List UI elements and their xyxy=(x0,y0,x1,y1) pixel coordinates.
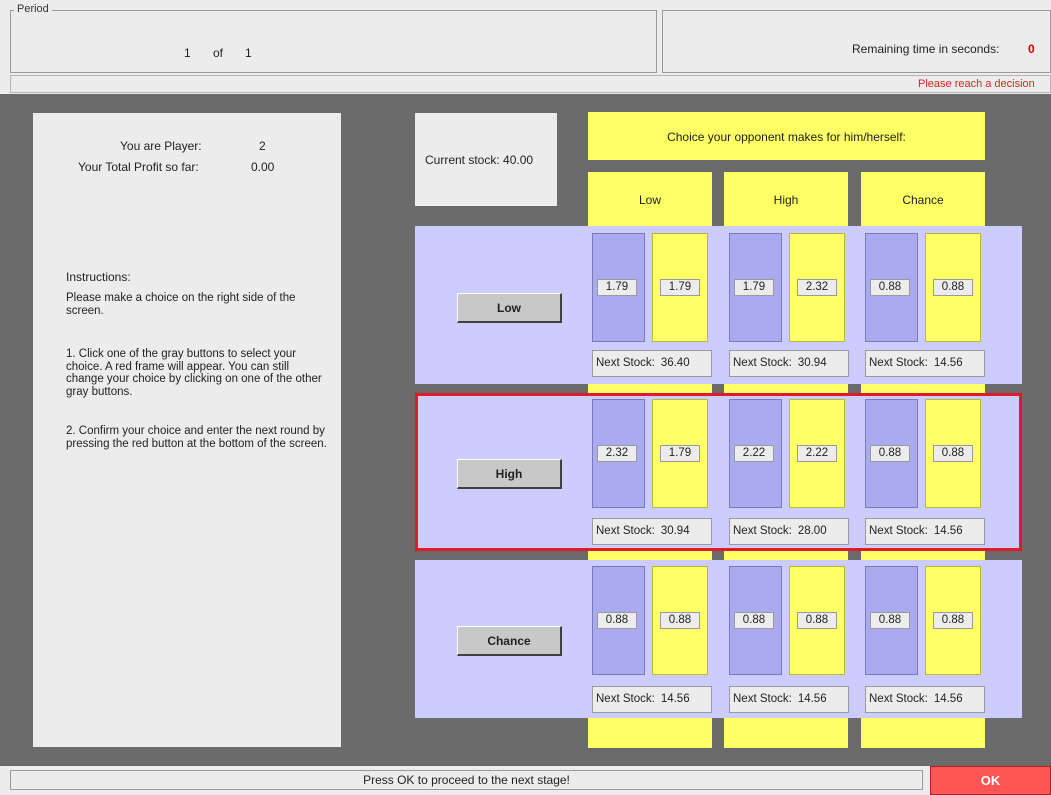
remaining-time-label: Remaining time in seconds: xyxy=(852,42,1000,56)
opponent-choice-title: Choice your opponent makes for him/herse… xyxy=(667,130,906,144)
own-payoff-value: 1.79 xyxy=(734,279,774,296)
next-stock-value: 36.40 xyxy=(660,357,690,369)
total-profit-label: Your Total Profit so far: xyxy=(78,160,199,174)
next-stock-value: 30.94 xyxy=(797,357,827,369)
opponent-payoff-value: 0.88 xyxy=(797,612,837,629)
player-label: You are Player: xyxy=(120,139,202,153)
next-stock-value: 30.94 xyxy=(660,525,690,537)
choice-button-high[interactable]: High xyxy=(457,459,562,489)
next-stock-value: 14.56 xyxy=(933,693,963,705)
opponent-payoff-value: 0.88 xyxy=(933,279,973,296)
opponent-payoff-value: 1.79 xyxy=(660,279,700,296)
own-payoff-value: 0.88 xyxy=(734,612,774,629)
next-stock-box: Next Stock: 14.56 xyxy=(865,518,985,545)
own-payoff-value: 0.88 xyxy=(870,445,910,462)
instructions-heading: Instructions: xyxy=(66,270,131,284)
next-stock-box: Next Stock: 14.56 xyxy=(865,686,985,713)
period-current: 1 xyxy=(184,46,191,60)
current-stock-value: 40.00 xyxy=(503,153,534,167)
own-payoff-value: 0.88 xyxy=(597,612,637,629)
instructions-paragraph-3: 2. Confirm your choice and enter the nex… xyxy=(66,425,327,450)
period-legend: Period xyxy=(14,3,52,15)
opponent-payoff-value: 1.79 xyxy=(660,445,700,462)
next-stock-box: Next Stock: 28.00 xyxy=(729,518,849,545)
next-stock-value: 28.00 xyxy=(797,525,827,537)
next-stock-box: Next Stock: 14.56 xyxy=(865,350,985,377)
next-stock-box: Next Stock: 30.94 xyxy=(592,518,712,545)
own-payoff-value: 1.79 xyxy=(597,279,637,296)
next-stock-value: 14.56 xyxy=(933,357,963,369)
total-profit-value: 0.00 xyxy=(251,160,275,174)
remaining-time-value: 0 xyxy=(1028,42,1035,56)
period-of-text: of xyxy=(213,46,224,60)
choice-button-low[interactable]: Low xyxy=(457,293,562,323)
next-stock-box: Next Stock: 30.94 xyxy=(729,350,849,377)
opponent-payoff-value: 0.88 xyxy=(933,612,973,629)
footer-message: Press OK to proceed to the next stage! xyxy=(363,773,570,787)
opponent-payoff-value: 0.88 xyxy=(660,612,700,629)
next-stock-value: 14.56 xyxy=(933,525,963,537)
opponent-payoff-value: 2.22 xyxy=(797,445,837,462)
own-payoff-value: 2.22 xyxy=(734,445,774,462)
column-header-low: Low xyxy=(638,193,661,207)
decision-warning: Please reach a decision xyxy=(918,78,1035,90)
player-number: 2 xyxy=(259,139,266,153)
ok-button[interactable]: OK xyxy=(930,766,1051,795)
column-header-high: High xyxy=(773,193,799,207)
instructions-paragraph-2: 1. Click one of the gray buttons to sele… xyxy=(66,348,322,398)
own-payoff-value: 2.32 xyxy=(597,445,637,462)
message-bar xyxy=(10,75,1051,93)
opponent-payoff-value: 0.88 xyxy=(933,445,973,462)
next-stock-box: Next Stock: 14.56 xyxy=(592,686,712,713)
next-stock-box: Next Stock: 36.40 xyxy=(592,350,712,377)
opponent-payoff-value: 2.32 xyxy=(797,279,837,296)
period-groupbox xyxy=(10,10,657,73)
instructions-paragraph-1: Please make a choice on the right side o… xyxy=(66,292,296,317)
next-stock-value: 14.56 xyxy=(797,693,827,705)
own-payoff-value: 0.88 xyxy=(870,612,910,629)
current-stock-label: Current stock: 40.00 xyxy=(425,153,534,167)
next-stock-value: 14.56 xyxy=(660,693,690,705)
own-payoff-value: 0.88 xyxy=(870,279,910,296)
choice-button-chance[interactable]: Chance xyxy=(457,626,562,656)
column-header-chance: Chance xyxy=(902,193,944,207)
next-stock-box: Next Stock: 14.56 xyxy=(729,686,849,713)
period-total: 1 xyxy=(245,46,252,60)
